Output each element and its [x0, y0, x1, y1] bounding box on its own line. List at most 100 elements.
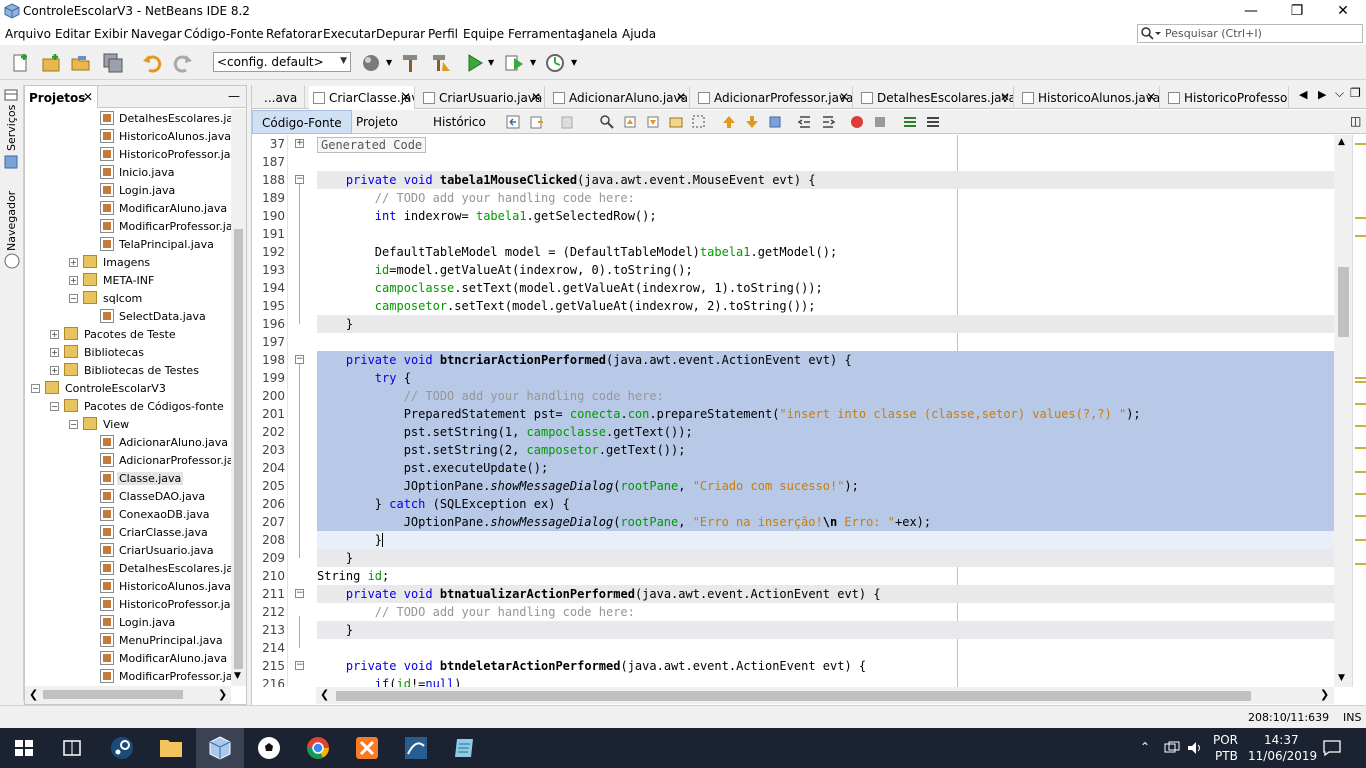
split-editor-icon[interactable]: ◫ — [1350, 114, 1361, 128]
tree-file-item[interactable]: TelaPrincipal.java — [25, 235, 231, 253]
back-icon[interactable] — [529, 114, 545, 130]
code-line[interactable]: 194 campoclasse.setText(model.getValueAt… — [252, 279, 1334, 297]
maximize-editor-icon[interactable]: ❐ — [1350, 86, 1361, 100]
tab-projetos[interactable]: Projetos ✕ — [25, 86, 98, 108]
code-line[interactable]: 187 — [252, 153, 1334, 171]
collapse-icon[interactable]: − — [31, 384, 40, 393]
notepad-icon[interactable] — [441, 728, 489, 768]
toggle-highlight-icon[interactable] — [668, 114, 684, 130]
expand-icon[interactable]: + — [50, 330, 59, 339]
volume-icon[interactable] — [1186, 740, 1204, 756]
scroll-right-icon[interactable]: ❯ — [1320, 688, 1329, 701]
clean-build-icon[interactable] — [430, 52, 452, 74]
code-line[interactable]: 209 } — [252, 549, 1334, 567]
language-indicator[interactable]: POR — [1213, 733, 1238, 747]
minimize-panel-button[interactable]: — — [228, 89, 240, 103]
code-line[interactable]: 188 − private void tabela1MouseClicked(ja… — [252, 171, 1334, 189]
menu-exibir[interactable]: Exibir — [94, 27, 128, 41]
maximize-button[interactable]: ❐ — [1274, 0, 1320, 23]
tree-file-item[interactable]: ModificarAluno.java — [25, 199, 231, 217]
code-line[interactable]: 191 — [252, 225, 1334, 243]
clock-date[interactable]: 11/06/2019 — [1248, 749, 1317, 763]
config-select[interactable]: <config. default> ▼ — [213, 52, 351, 72]
prev-bookmark-icon[interactable] — [721, 114, 737, 130]
services-tab[interactable]: Serviços — [5, 105, 18, 151]
tree-file-item[interactable]: ModificarAluno.java — [25, 649, 231, 667]
collapse-icon[interactable]: − — [69, 420, 78, 429]
navigator-compass-icon[interactable] — [4, 253, 20, 269]
undo-icon[interactable] — [141, 52, 163, 74]
code-line[interactable]: 200 // TODO add your handling code here: — [252, 387, 1334, 405]
code-line[interactable]: 197 — [252, 333, 1334, 351]
profile-icon[interactable] — [544, 52, 566, 74]
xampp-icon[interactable] — [343, 728, 391, 768]
project-tree-scrollbar[interactable]: ▼ — [231, 109, 246, 686]
close-icon[interactable]: ✕ — [401, 90, 411, 104]
steam-icon[interactable] — [98, 728, 146, 768]
stripe-mark[interactable] — [1355, 563, 1366, 565]
stripe-mark[interactable] — [1355, 381, 1366, 383]
stripe-mark[interactable] — [1355, 515, 1366, 517]
expand-icon[interactable]: + — [69, 276, 78, 285]
code-line[interactable]: 206 } catch (SQLException ex) { — [252, 495, 1334, 513]
expand-icon[interactable]: + — [69, 258, 78, 267]
code-line[interactable]: 208 } — [252, 531, 1334, 549]
editor-tab[interactable]: ...ava — [260, 86, 305, 109]
project-tree-hscrollbar[interactable]: ❮ ❯ — [25, 686, 231, 704]
close-window-button[interactable]: ✕ — [1320, 0, 1366, 23]
close-icon[interactable]: ✕ — [531, 90, 541, 104]
clock-time[interactable]: 14:37 — [1264, 733, 1299, 747]
tree-package-item[interactable]: − ControleEscolarV3 — [25, 379, 231, 397]
menu-ajuda[interactable]: Ajuda — [622, 27, 656, 41]
expand-fold-icon[interactable]: + — [295, 139, 304, 148]
menu-ferramentas[interactable]: Ferramentas — [508, 27, 584, 41]
scrollbar-thumb[interactable] — [336, 691, 1251, 701]
scrollbar-thumb[interactable] — [234, 229, 243, 669]
find-next-icon[interactable] — [645, 114, 661, 130]
code-line[interactable]: 202 pst.setString(1, campoclasse.getText… — [252, 423, 1334, 441]
stripe-mark[interactable] — [1355, 471, 1366, 473]
scroll-left-icon[interactable]: ❮ — [29, 688, 38, 701]
code-line[interactable]: 201 PreparedStatement pst= conecta.con.p… — [252, 405, 1334, 423]
scroll-up-icon[interactable]: ▲ — [1338, 137, 1345, 147]
uncomment-icon[interactable] — [925, 114, 941, 130]
subtab-codigo-fonte[interactable]: Código-Fonte — [252, 110, 352, 134]
subtab-historico[interactable]: Histórico — [424, 110, 495, 134]
toggle-bookmark-icon[interactable] — [767, 114, 783, 130]
scrollbar-thumb[interactable] — [43, 690, 183, 699]
tab-list-dropdown-icon[interactable]: ⌵ — [1335, 86, 1344, 101]
rect-select-icon[interactable] — [691, 114, 707, 130]
tree-file-item[interactable]: AdicionarProfessor.ja — [25, 451, 231, 469]
tree-package-item[interactable]: + Pacotes de Teste — [25, 325, 231, 343]
close-icon[interactable]: ✕ — [676, 90, 686, 104]
code-line[interactable]: 215 − private void btndeletarActionPerfor… — [252, 657, 1334, 675]
editor-tab[interactable]: HistoricoAlunos.java ✕ — [1018, 86, 1160, 109]
editor-tab[interactable]: AdicionarProfessor.java ✕ — [694, 86, 853, 109]
tree-package-item[interactable]: − View — [25, 415, 231, 433]
close-icon[interactable]: ✕ — [83, 90, 93, 104]
keyboard-layout-indicator[interactable]: PTB — [1215, 749, 1238, 763]
comment-icon[interactable] — [902, 114, 918, 130]
collapse-fold-icon[interactable]: − — [295, 589, 304, 598]
new-project-icon[interactable] — [40, 52, 62, 74]
close-icon[interactable]: ✕ — [1000, 90, 1010, 104]
scroll-down-icon[interactable]: ▼ — [234, 671, 241, 681]
code-line[interactable]: 214 — [252, 639, 1334, 657]
code-line[interactable]: 193 id=model.getValueAt(indexrow, 0).toS… — [252, 261, 1334, 279]
redo-icon[interactable] — [172, 52, 194, 74]
code-line[interactable]: 213 } — [252, 621, 1334, 639]
expand-icon[interactable]: + — [50, 366, 59, 375]
scroll-right-icon[interactable]: ❯ — [218, 688, 227, 701]
tree-file-item[interactable]: Inicio.java — [25, 163, 231, 181]
tree-package-item[interactable]: + Bibliotecas de Testes — [25, 361, 231, 379]
code-line[interactable]: 216 if(id!=null) — [252, 675, 1334, 687]
tree-file-item[interactable]: DetalhesEscolares.jav — [25, 559, 231, 577]
file-explorer-icon[interactable] — [147, 728, 195, 768]
build-hammer-icon[interactable] — [400, 52, 422, 74]
stripe-mark[interactable] — [1355, 143, 1366, 145]
collapse-fold-icon[interactable]: − — [295, 175, 304, 184]
soccer-ball-icon[interactable] — [245, 728, 293, 768]
save-all-icon[interactable] — [102, 52, 124, 74]
scroll-down-icon[interactable]: ▼ — [1338, 673, 1345, 683]
tree-file-item[interactable]: DetalhesEscolares.jav — [25, 109, 231, 127]
